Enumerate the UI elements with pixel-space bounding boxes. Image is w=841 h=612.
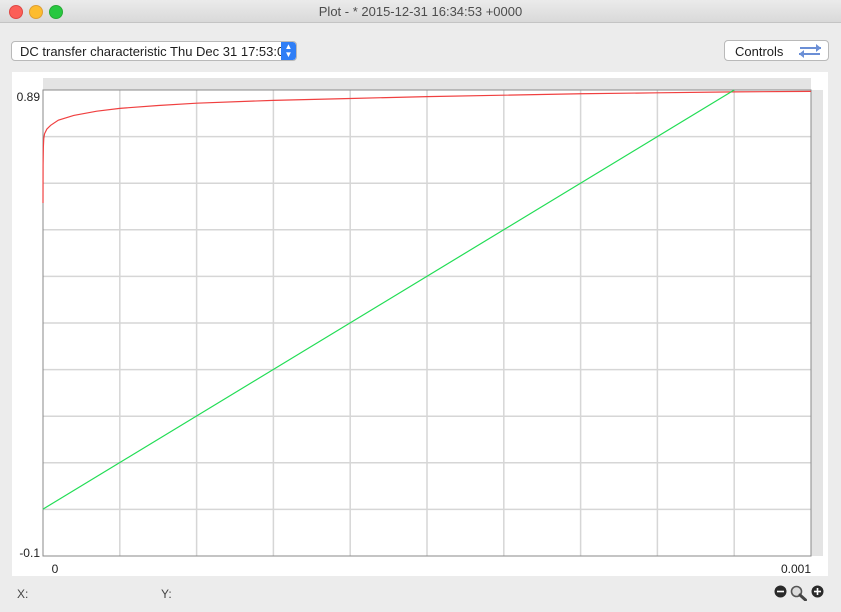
plot-selector[interactable]: DC transfer characteristic Thu Dec 31 17… [11,41,297,61]
chart: 0.89 -0.1 0 0.001 [17,78,823,576]
y-tick-label-min: -0.1 [19,546,40,560]
swap-arrows-icon [799,44,821,58]
plot-top-strip [43,78,811,90]
plot-right-strip [811,90,823,556]
series-line-2 [42,89,735,510]
zoom-out-icon[interactable] [774,585,787,601]
window-title: Plot - * 2015-12-31 16:34:53 +0000 [318,4,523,19]
grid [43,90,811,556]
x-tick-label-max: 0.001 [781,562,811,576]
updown-arrow-icon: ▲ ▼ [281,42,296,60]
controls-button-label: Controls [735,44,784,59]
y-tick-label-max: 0.89 [17,90,41,104]
zoom-in-icon[interactable] [811,585,824,601]
x-readout-label: X: [17,587,29,601]
y-readout-label: Y: [161,587,172,601]
magnifier-icon[interactable] [790,585,807,604]
plot-panel[interactable]: 0.89 -0.1 0 0.001 [12,72,828,576]
plot-selector-value: DC transfer characteristic Thu Dec 31 17… [20,44,284,59]
x-tick-label-min: 0 [52,562,59,576]
title-bar: Plot - * 2015-12-31 16:34:53 +0000 [0,0,841,23]
controls-button[interactable]: Controls [724,40,829,61]
zoom-controls [774,585,826,604]
